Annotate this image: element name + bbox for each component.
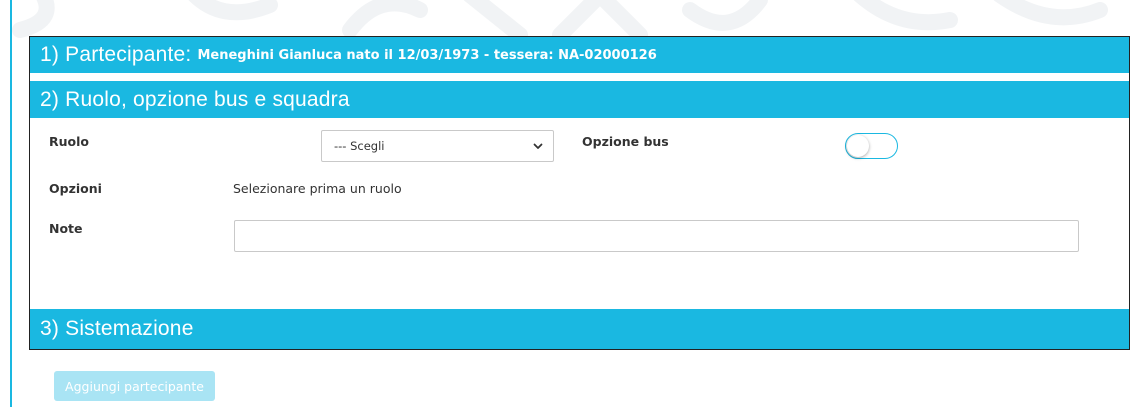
section-partecipante-header[interactable]: 1) Partecipante: Meneghini Gianluca nato… — [30, 37, 1129, 73]
toggle-knob — [847, 135, 869, 157]
section-ruolo-title: 2) Ruolo, opzione bus e squadra — [40, 87, 350, 111]
opzione-bus-label: Opzione bus — [582, 134, 669, 149]
registration-panel: 1) Partecipante: Meneghini Gianluca nato… — [29, 36, 1130, 350]
section-partecipante-title: 1) Partecipante: — [40, 43, 192, 66]
ruolo-label: Ruolo — [49, 134, 89, 149]
add-participant-button[interactable]: Aggiungi partecipante — [54, 371, 215, 401]
opzione-bus-toggle[interactable] — [845, 133, 898, 159]
section-sistemazione-header[interactable]: 3) Sistemazione — [30, 309, 1129, 349]
background-decoration — [0, 0, 1143, 40]
section-sistemazione-title: 3) Sistemazione — [40, 317, 194, 340]
note-label: Note — [49, 221, 83, 236]
chevron-down-icon — [533, 143, 543, 149]
ruolo-select[interactable]: --- Scegli — [321, 130, 554, 162]
opzioni-text: Selezionare prima un ruolo — [233, 181, 402, 196]
opzioni-label: Opzioni — [49, 181, 102, 196]
note-input[interactable] — [234, 220, 1079, 252]
section-ruolo-header[interactable]: 2) Ruolo, opzione bus e squadra — [30, 81, 1129, 118]
left-border-rule — [10, 0, 12, 407]
ruolo-select-value: --- Scegli — [334, 139, 385, 153]
participant-details: Meneghini Gianluca nato il 12/03/1973 - … — [197, 47, 657, 63]
